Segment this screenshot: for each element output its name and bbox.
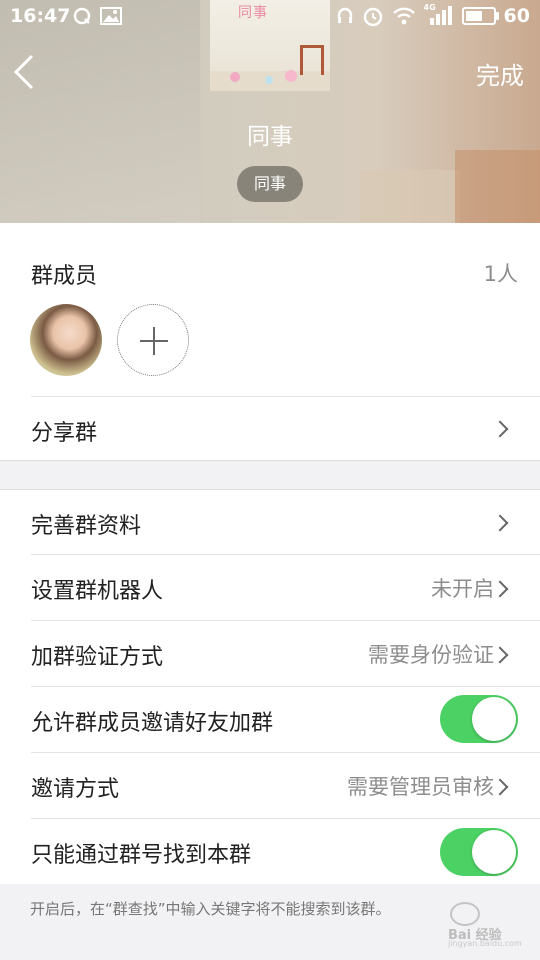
battery-icon (461, 7, 499, 25)
battery-level: 60 (503, 5, 530, 27)
share-group-row[interactable]: 分享群 (0, 397, 540, 460)
status-bar: 16:47 4G 60 (0, 0, 540, 34)
allow-invite-toggle[interactable] (440, 695, 518, 743)
settings-row-complete-profile[interactable]: 完善群资料 (0, 490, 540, 554)
member-avatar[interactable] (30, 304, 102, 376)
settings-row-search-by-id: 只能通过群号找到本群 (0, 819, 540, 884)
wifi-icon (392, 7, 415, 25)
status-time: 16:47 (10, 5, 71, 27)
share-group-label: 分享群 (31, 421, 98, 446)
members-section: 群成员 1人 分享群 (0, 223, 540, 461)
alarm-icon (363, 7, 382, 27)
chair-illustration (300, 45, 324, 75)
chevron-right-icon (494, 781, 508, 795)
robot-status-value: 未开启 (431, 577, 494, 601)
headset-icon (337, 7, 352, 23)
settings-section: 完善群资料 设置群机器人 未开启 加群验证方式 需要身份验证 允许群成员邀请好友… (0, 489, 540, 884)
add-member-button[interactable] (117, 304, 189, 376)
chevron-right-icon (494, 583, 508, 597)
members-count: 1人 (483, 262, 518, 286)
invite-method-value: 需要管理员审核 (347, 775, 494, 799)
header-background (360, 170, 460, 223)
settings-row-join-verification[interactable]: 加群验证方式 需要身份验证 (0, 621, 540, 686)
back-button[interactable] (8, 52, 42, 92)
search-by-id-toggle[interactable] (440, 828, 518, 876)
settings-footnote: 开启后，在“群查找”中输入关键字将不能搜索到该群。 (30, 900, 391, 918)
image-notification-icon (100, 7, 122, 25)
members-row[interactable]: 群成员 1人 (0, 223, 540, 393)
settings-row-invite-method[interactable]: 邀请方式 需要管理员审核 (0, 753, 540, 818)
chevron-right-icon (494, 517, 508, 531)
qq-notification-icon (73, 7, 91, 25)
header-background (455, 150, 540, 223)
settings-row-label: 只能通过群号找到本群 (31, 843, 252, 868)
chevron-right-icon (494, 649, 508, 663)
cellular-signal-icon: 4G (424, 3, 454, 26)
members-title: 群成员 (31, 264, 98, 289)
settings-row-label: 邀请方式 (31, 777, 120, 802)
chevron-right-icon (494, 423, 508, 437)
join-verification-value: 需要身份验证 (368, 643, 494, 667)
paw-icon (450, 902, 480, 926)
settings-row-group-robot[interactable]: 设置群机器人 未开启 (0, 555, 540, 620)
watermark-url: jingyan.baidu.com (448, 939, 522, 948)
settings-row-label: 完善群资料 (31, 514, 142, 539)
group-tag-badge[interactable]: 同事 (237, 166, 303, 202)
settings-row-label: 加群验证方式 (31, 645, 164, 670)
settings-row-label: 允许群成员邀请好友加群 (31, 711, 274, 736)
settings-row-label: 设置群机器人 (31, 579, 164, 604)
group-header: 同事 16:47 4G 60 完成 同事 同事 (0, 0, 540, 223)
watermark-logo: Bai 经验 jingyan.baidu.com (448, 902, 522, 950)
group-name[interactable]: 同事 (0, 117, 540, 151)
done-button[interactable]: 完成 (476, 56, 524, 91)
settings-row-allow-invite: 允许群成员邀请好友加群 (0, 687, 540, 752)
chevron-left-icon (13, 54, 34, 90)
